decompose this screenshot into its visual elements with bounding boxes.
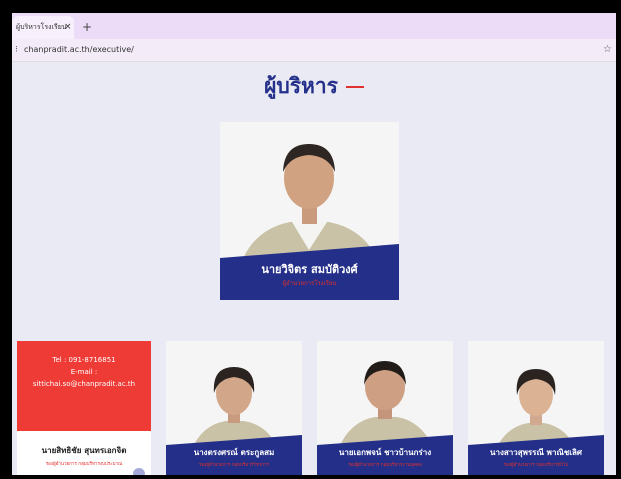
address-bar[interactable]: ⁝ chanpradit.ac.th/executive/ ☆ [12,39,616,62]
deputy-card-contact[interactable]: Tel : 091-8716851 E-mail : sittichai.so@… [17,341,151,475]
deputy-role: รองผู้อำนวยการ กลุ่มบริหารงบประมาณ [45,462,123,467]
bookmark-star-icon[interactable]: ☆ [603,39,612,61]
deputy-role: รองผู้อำนวยการ กลุ่มบริหารงานบุคคล [348,463,422,468]
tab-bar: ผู้บริหารโรงเรียน × + [12,13,616,39]
director-role: ผู้อำนวยการโรงเรียน [282,280,337,287]
contact-tel[interactable]: Tel : 091-8716851 [17,356,151,364]
browser-tab[interactable]: ผู้บริหารโรงเรียน × [12,16,74,39]
deputy-card[interactable]: นางสาวสุพรรณี พาณิชเลิศ รองผู้อำนวยการ ก… [468,341,604,475]
contact-email-label: E-mail : [70,368,98,376]
deputy-name: นายเอกพจน์ ชาวบ้านกร่าง [338,448,432,457]
deputy-role: รองผู้อำนวยการ กลุ่มบริหารทั่วไป [503,463,569,468]
browser-window: ผู้บริหารโรงเรียน × + ⁝ chanpradit.ac.th… [12,13,616,475]
tab-close-button[interactable]: × [64,16,72,39]
deputy-name: นางตรงศรณ์ ตระกูลสม [193,448,275,457]
page-title: ผู้บริหาร [264,74,338,98]
deputy-role: รองผู้อำนวยการ กลุ่มบริหารวิชาการ [199,463,269,468]
director-name: นายวิจิตร สมบัติวงศ์ [261,263,358,276]
deputy-name: นายสิทธิชัย สุนทรเอกจิต [41,446,127,455]
new-tab-button[interactable]: + [82,16,92,39]
page-content: ผู้บริหาร นายวิจิตร สมบัติวงศ์ ผู้อำนวยก… [12,62,616,475]
contact-email[interactable]: sittichai.so@chanpradit.ac.th [17,380,151,388]
tab-title: ผู้บริหารโรงเรียน [16,23,67,31]
scroll-top-button[interactable] [133,468,145,475]
director-card[interactable]: นายวิจิตร สมบัติวงศ์ ผู้อำนวยการโรงเรียน [220,122,399,300]
heading-accent-line [345,86,364,88]
site-info-icon[interactable]: ⁝ [15,39,18,61]
deputy-card[interactable]: นางตรงศรณ์ ตระกูลสม รองผู้อำนวยการ กลุ่ม… [166,341,302,475]
page-heading: ผู้บริหาร [12,70,616,103]
url-text[interactable]: chanpradit.ac.th/executive/ [24,39,134,61]
deputy-card[interactable]: นายเอกพจน์ ชาวบ้านกร่าง รองผู้อำนวยการ ก… [317,341,453,475]
deputy-name: นางสาวสุพรรณี พาณิชเลิศ [489,448,583,457]
